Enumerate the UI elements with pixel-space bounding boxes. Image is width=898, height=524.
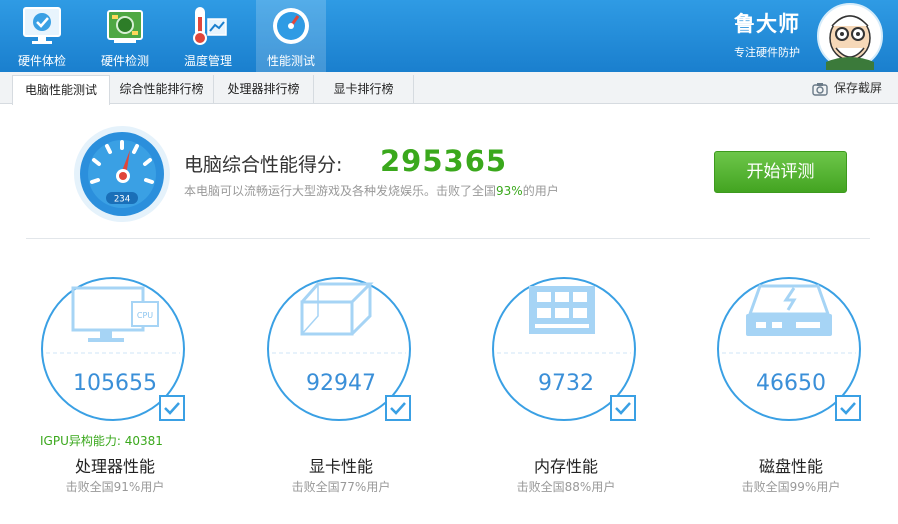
memory-label: 内存性能 — [533, 457, 598, 476]
divider — [26, 238, 870, 239]
score-value: 295365 — [380, 144, 508, 178]
memory-score: 9732 — [538, 371, 594, 396]
top-bar: 硬件体检 硬件检测 温度管理 性能测试 鲁大师 专注硬件防护 — [0, 0, 898, 72]
checkbox-icon[interactable] — [159, 395, 185, 421]
svg-text:CPU: CPU — [137, 311, 153, 320]
score-gauge-icon: 234 — [74, 126, 170, 222]
disk-drive-icon — [746, 284, 832, 336]
cpu-score: 105655 — [73, 371, 157, 396]
igpu-score: IGPU异构能力: 40381 — [40, 434, 163, 448]
cpu-label: 处理器性能 — [74, 457, 155, 476]
nav-item-hardware-detect[interactable]: 硬件检测 — [93, 0, 157, 72]
brand: 鲁大师 专注硬件防护 — [734, 8, 800, 60]
disk-score: 46650 — [756, 371, 826, 396]
cpu-rank: 击败全国91%用户 — [65, 480, 165, 494]
checkbox-icon[interactable] — [610, 395, 636, 421]
mascot-avatar — [817, 3, 883, 70]
tab-pc-performance[interactable]: 电脑性能测试 — [12, 75, 110, 105]
score-title: 电脑综合性能得分: — [184, 154, 343, 176]
gauge-digits: 234 — [114, 195, 130, 205]
tab-overall-ranking[interactable]: 综合性能排行榜 — [110, 75, 214, 104]
brand-name: 鲁大师 — [734, 12, 800, 36]
tab-gpu-ranking[interactable]: 显卡排行榜 — [314, 75, 414, 104]
score-description: 本电脑可以流畅运行大型游戏及各种发烧娱乐。击败了全国93%的用户 — [184, 184, 559, 198]
tab-cpu-ranking[interactable]: 处理器排行榜 — [214, 75, 314, 104]
thermometer-icon — [193, 7, 227, 45]
speedometer-icon — [273, 8, 309, 44]
camera-icon — [812, 83, 828, 96]
memory-rank: 击败全国88%用户 — [516, 480, 616, 494]
save-screenshot-label: 保存截屏 — [833, 81, 882, 95]
memory-chip-icon — [529, 286, 595, 334]
start-benchmark-button[interactable]: 开始评测 — [714, 151, 847, 193]
gpu-card: 92947 显卡性能 击败全国77%用户 — [266, 276, 416, 506]
sub-tab-bar: 电脑性能测试 综合性能排行榜 处理器排行榜 显卡排行榜 — [0, 72, 898, 105]
nav-item-temperature[interactable]: 温度管理 — [176, 0, 240, 72]
nav-item-performance[interactable]: 性能测试 — [256, 0, 326, 72]
memory-card: 9732 内存性能 击败全国88%用户 — [491, 276, 641, 506]
gpu-rank: 击败全国77%用户 — [291, 480, 391, 494]
checkbox-icon[interactable] — [385, 395, 411, 421]
gpu-score: 92947 — [306, 371, 376, 396]
gpu-label: 显卡性能 — [308, 457, 373, 476]
disk-card: 46650 磁盘性能 击败全国99%用户 — [716, 276, 866, 506]
checkbox-icon[interactable] — [835, 395, 861, 421]
brand-slogan: 专注硬件防护 — [734, 46, 800, 59]
cpu-card: CPU 105655 处理器性能 击败全国91%用户 — [40, 276, 190, 506]
monitor-check-icon — [23, 7, 61, 44]
board-icon — [107, 10, 143, 43]
disk-label: 磁盘性能 — [758, 457, 823, 476]
nav-item-health-check[interactable]: 硬件体检 — [12, 0, 72, 72]
disk-rank: 击败全国99%用户 — [741, 480, 841, 494]
save-screenshot-button[interactable]: 保存截屏 — [812, 79, 882, 96]
